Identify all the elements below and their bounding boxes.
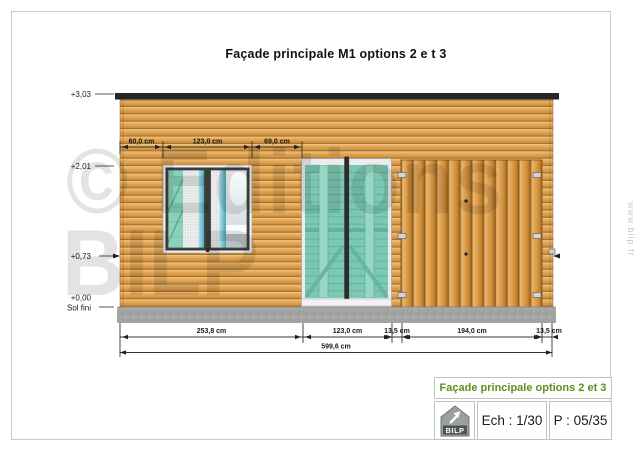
dim-label: 123,0 cm	[193, 139, 223, 146]
dim-label: 123,0 cm	[333, 328, 363, 335]
title-block-title: Façade principale options 2 et 3	[434, 377, 612, 399]
glazing-strip	[220, 170, 227, 248]
glass-reflection	[226, 225, 247, 234]
foundation	[118, 307, 556, 323]
dim-label: 253,8 cm	[197, 328, 227, 335]
watermark-url: www.bilp.fr	[626, 202, 636, 257]
hinge-icon	[398, 293, 406, 298]
roof-edge	[115, 93, 559, 100]
dim-label: 13,5 cm	[384, 328, 410, 335]
window	[163, 165, 252, 253]
hinge-icon	[533, 234, 541, 239]
door-handle-dot	[464, 199, 467, 202]
dim-label: 194,0 cm	[457, 328, 487, 335]
bottom-dimensions: 253,8 cm 123,0 cm 13,5 cm 194,0 cm 13,5 …	[120, 323, 562, 357]
glass-shadow	[226, 234, 247, 248]
entrance-door	[302, 157, 392, 308]
title-block-page: P : 05/35	[549, 401, 612, 440]
bilp-logo-text: BILP	[445, 426, 464, 435]
window-screen	[183, 170, 199, 248]
title-block-logo: BILP	[434, 401, 475, 440]
bilp-logo-icon: BILP	[440, 405, 470, 437]
dim-label: 13,5 cm	[536, 328, 562, 335]
hinge-icon	[533, 293, 541, 298]
door-center-stile	[344, 157, 349, 306]
title-block-scale: Ech : 1/30	[477, 401, 547, 440]
level-label: +0,00	[71, 294, 92, 303]
ground-label: Sol fini	[67, 304, 91, 313]
hinge-icon	[533, 173, 541, 178]
window-screen	[211, 170, 220, 248]
garage-door-panel	[401, 160, 542, 307]
glazing-strip	[199, 170, 205, 248]
dim-label: 69,0 cm	[264, 139, 290, 146]
door-handle-dot	[464, 252, 467, 255]
hinge-icon	[398, 173, 406, 178]
level-leader-lines	[95, 94, 114, 307]
garage-door	[398, 160, 555, 307]
hinge-icon	[398, 234, 406, 239]
drawing-sheet: Façade principale M1 options 2 e t 3	[0, 0, 640, 452]
level-label: +0,73	[71, 252, 92, 261]
level-arrow-icon	[113, 254, 120, 259]
latch-icon	[549, 249, 555, 254]
window-mullion	[205, 168, 211, 251]
page-title: Façade principale M1 options 2 e t 3	[110, 47, 562, 61]
dim-total-label: 599,6 cm	[321, 344, 351, 351]
window-handle	[206, 248, 209, 252]
door-threshold	[302, 299, 392, 306]
dim-label: 60,0 cm	[129, 139, 155, 146]
level-label: +2,01	[71, 162, 92, 171]
level-label: +3,03	[71, 90, 92, 99]
